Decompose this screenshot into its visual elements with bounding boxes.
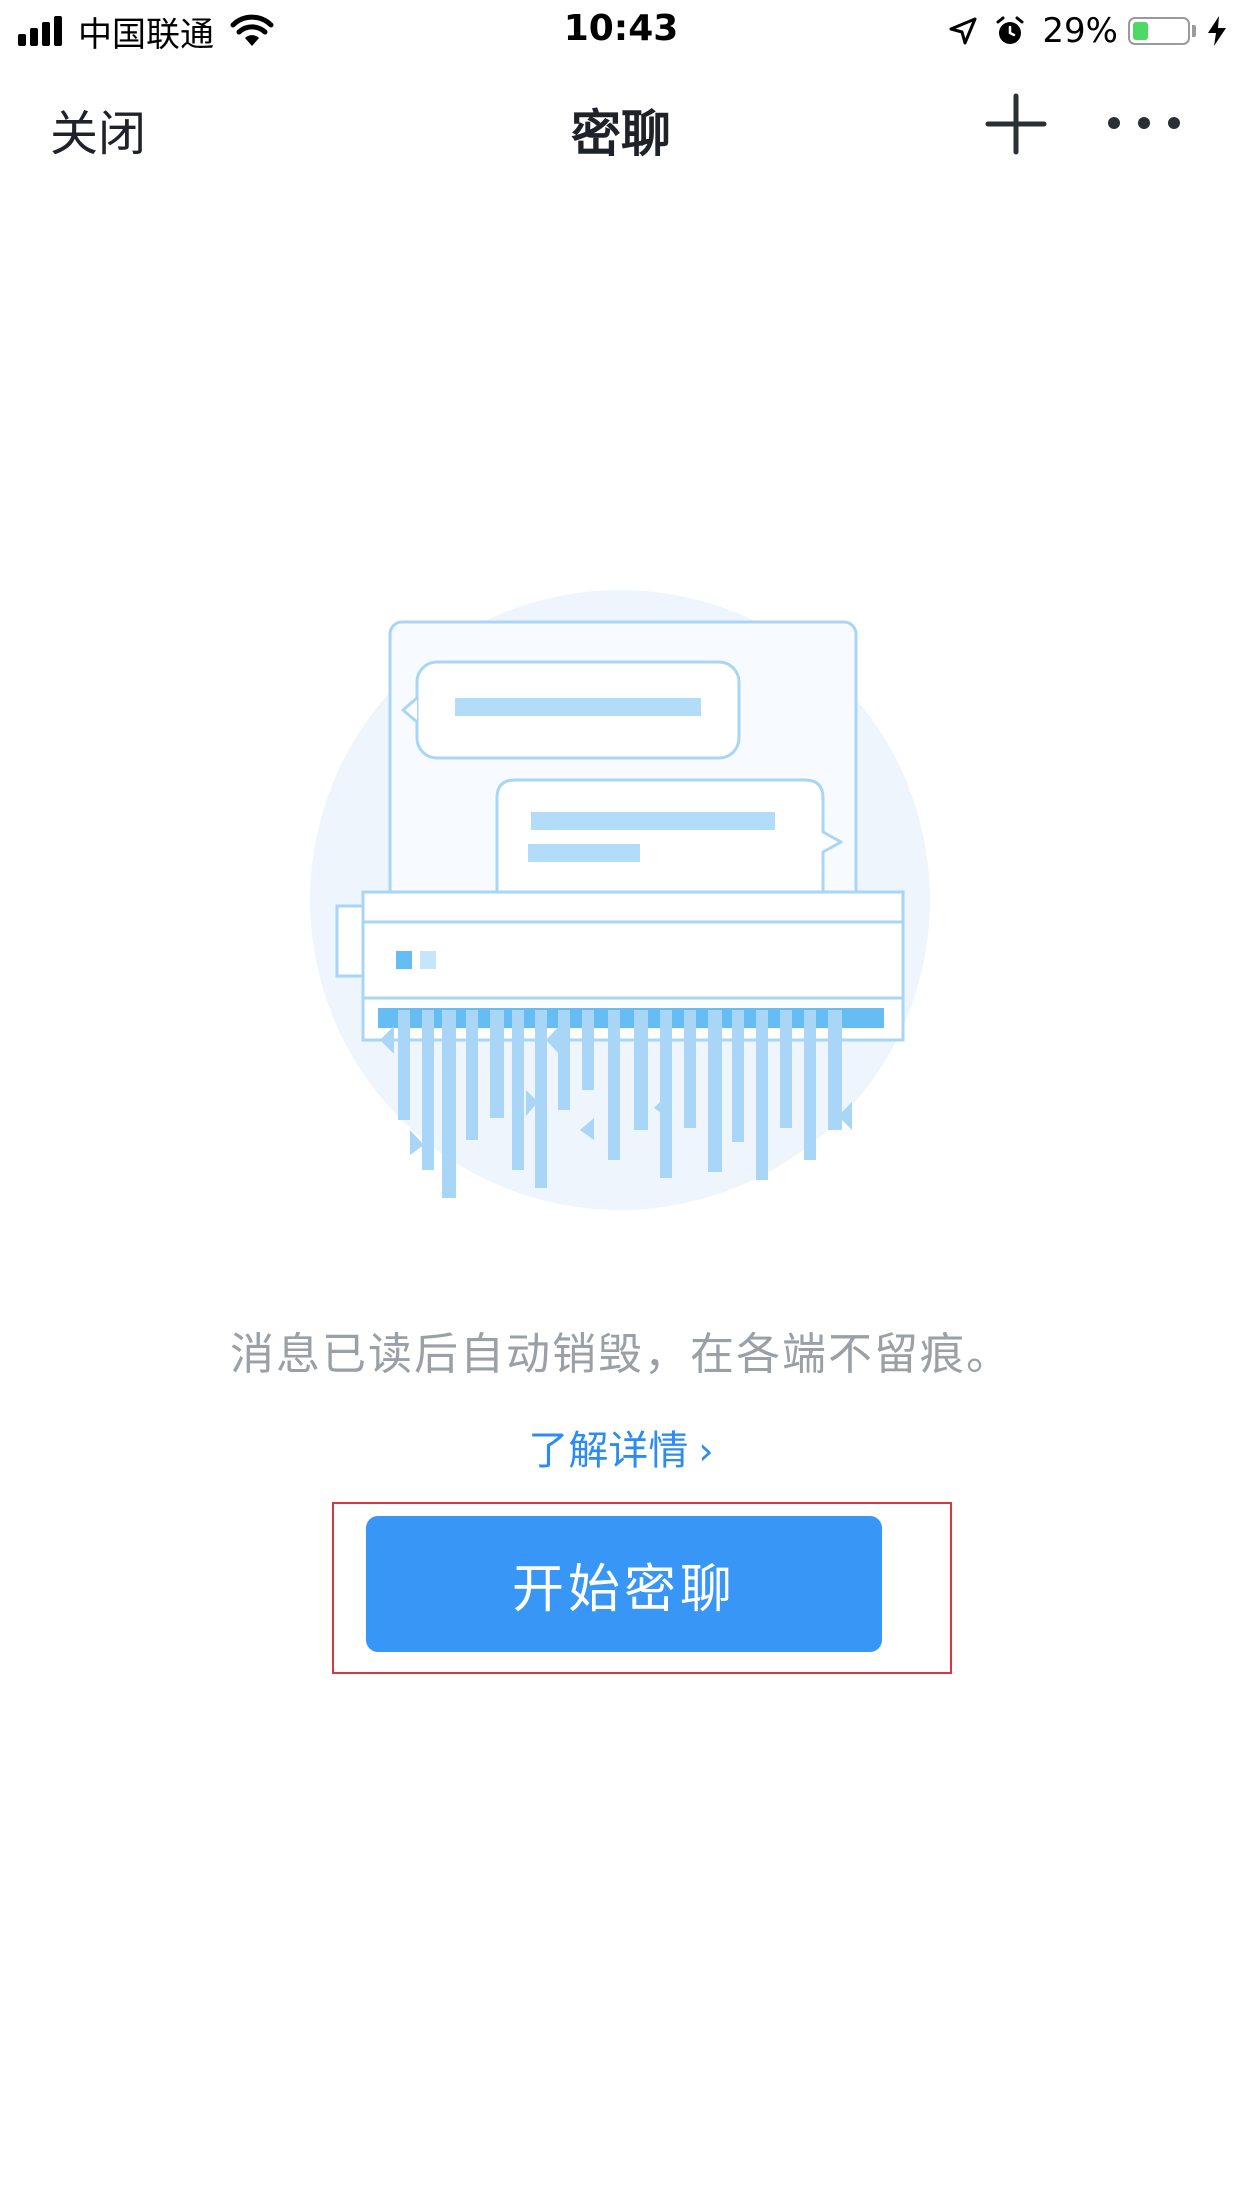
more-icon[interactable] bbox=[1104, 108, 1184, 138]
status-right: 29% bbox=[932, 10, 1228, 52]
nav-bar: 关闭 密聊 bbox=[0, 62, 1242, 192]
chat-bubble-2 bbox=[495, 778, 843, 902]
status-bar: 中国联通 10:43 29% bbox=[0, 0, 1242, 62]
shredder-illustration bbox=[310, 590, 930, 1210]
battery-cap bbox=[1192, 25, 1196, 37]
learn-more-link[interactable]: 了解详情 › bbox=[0, 1418, 1242, 1476]
charging-icon bbox=[1208, 16, 1226, 46]
chevron-right-icon: › bbox=[698, 1429, 714, 1473]
description-text: 消息已读后自动销毁，在各端不留痕。 bbox=[230, 1329, 1012, 1380]
location-icon bbox=[949, 17, 977, 45]
plus-icon[interactable] bbox=[984, 92, 1048, 156]
learn-more-label: 了解详情 bbox=[528, 1428, 689, 1474]
start-secret-chat-button[interactable]: 开始密聊 bbox=[366, 1516, 882, 1652]
alarm-icon bbox=[996, 16, 1024, 44]
chat-bubble-1 bbox=[401, 660, 741, 760]
battery-icon bbox=[1128, 17, 1190, 45]
battery-percent: 29% bbox=[1042, 11, 1118, 51]
battery-fill bbox=[1133, 22, 1148, 40]
page-title: 密聊 bbox=[571, 105, 671, 163]
